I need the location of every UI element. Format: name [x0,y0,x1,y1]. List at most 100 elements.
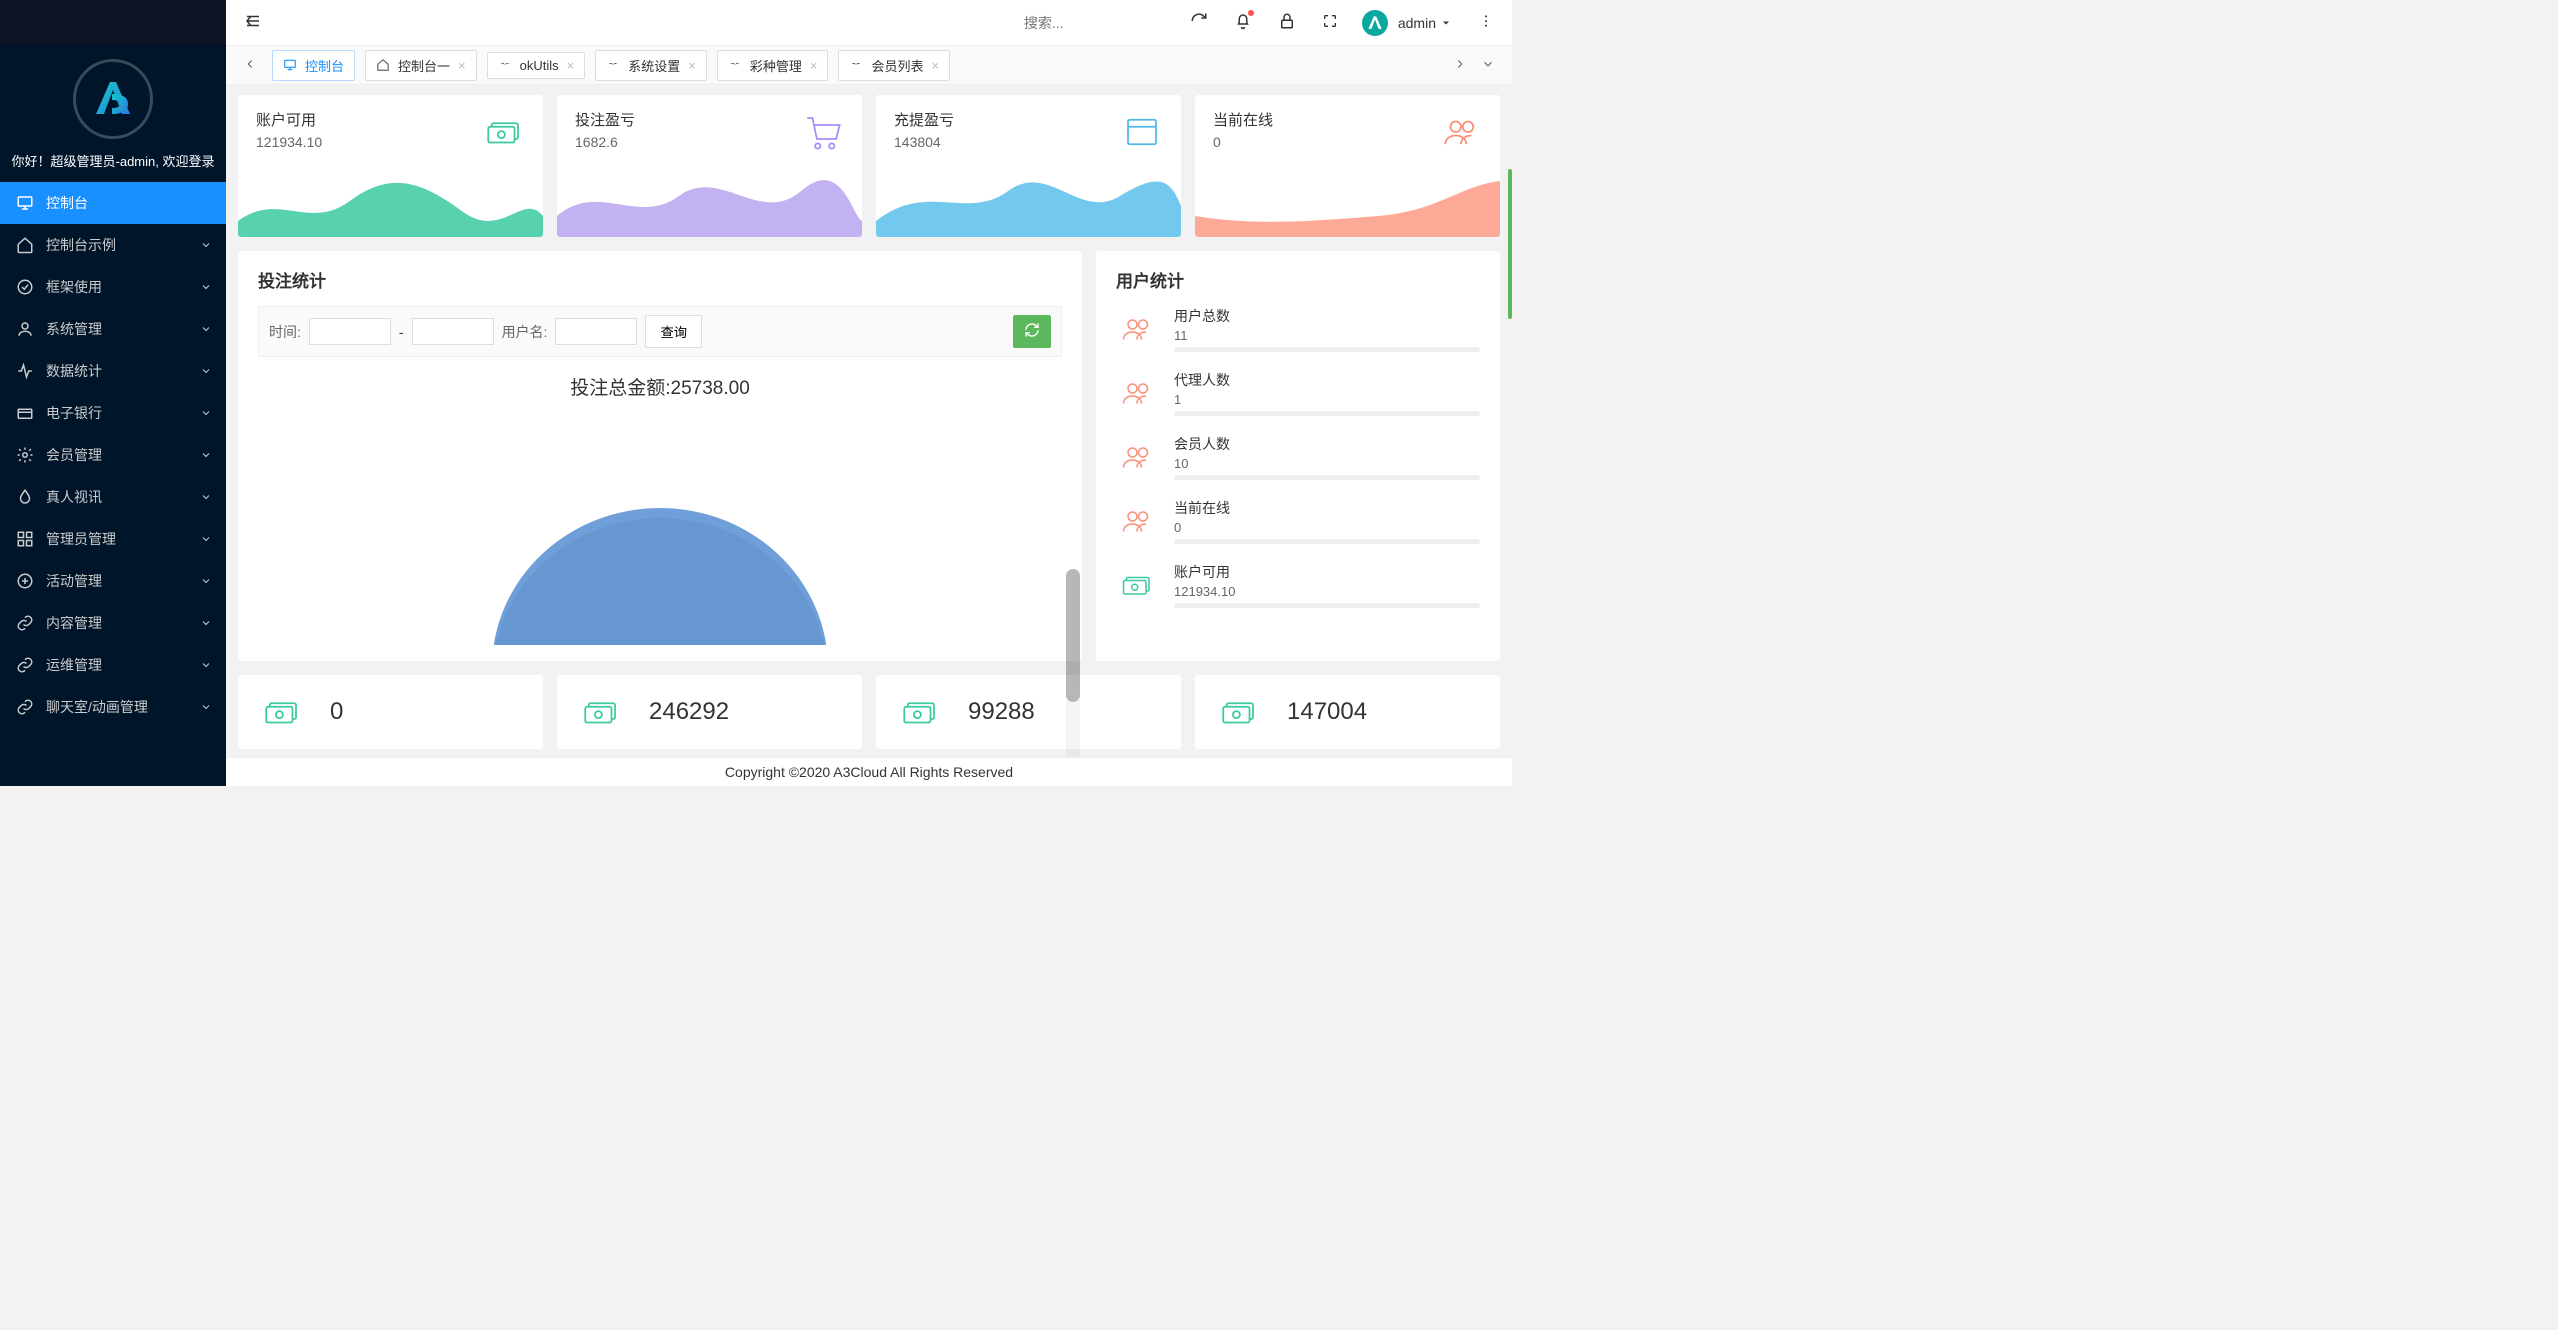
panel-scrollbar[interactable] [1066,569,1080,786]
menu-item-console-demo[interactable]: 控制台示例 [0,224,226,266]
tabs-bar: 控制台 控制台一× okUtils× 系统设置× 彩种管理× [226,45,1512,85]
plus-circle-icon [16,572,34,590]
menu-item-ops[interactable]: 运维管理 [0,644,226,686]
tab-lottery[interactable]: 彩种管理× [717,50,829,81]
range-sep: - [399,324,404,340]
panel-title: 投注统计 [258,267,1062,292]
notification-button[interactable] [1234,12,1252,33]
close-icon[interactable]: × [810,58,818,73]
progress-bar [1174,539,1480,544]
chevron-down-icon [200,533,212,545]
user-stat-value: 10 [1174,456,1480,471]
menu-item-framework[interactable]: 框架使用 [0,266,226,308]
menu-item-chat[interactable]: 聊天室/动画管理 [0,686,226,728]
chevron-down-icon [200,239,212,251]
logo-circle [73,59,153,139]
reset-button[interactable] [1013,315,1051,348]
more-button[interactable] [1478,13,1494,32]
user-stat-value: 0 [1174,520,1480,535]
close-icon[interactable]: × [931,58,939,73]
close-icon[interactable]: × [567,58,575,73]
menu-item-member[interactable]: 会员管理 [0,434,226,476]
progress-bar [1174,603,1480,608]
menu-item-stats[interactable]: 数据统计 [0,350,226,392]
close-icon[interactable]: × [458,58,466,73]
stat-title: 投注盈亏 [575,109,635,130]
menu-label: 管理员管理 [46,529,116,549]
footer: Copyright ©2020 A3Cloud All Rights Reser… [226,757,1512,786]
tab-label: 会员列表 [871,56,923,75]
username-input[interactable] [555,318,637,345]
menu-label: 会员管理 [46,445,102,465]
wave-chart [238,171,543,237]
time-from-input[interactable] [309,318,391,345]
close-icon[interactable]: × [688,58,696,73]
chevron-down-icon [200,575,212,587]
menu-label: 框架使用 [46,277,102,297]
search-input[interactable] [1024,15,1164,31]
avatar[interactable] [1362,10,1388,36]
time-to-input[interactable] [412,318,494,345]
caret-down-icon[interactable] [1440,17,1452,29]
stat-value: 143804 [894,134,954,150]
lock-button[interactable] [1278,12,1296,33]
tab-system-settings[interactable]: 系统设置× [595,50,707,81]
username[interactable]: admin [1398,15,1436,31]
link-icon [16,656,34,674]
chevron-down-icon [200,617,212,629]
tabs-scroll-left[interactable] [236,57,264,74]
menu-item-live[interactable]: 真人视讯 [0,476,226,518]
cash-icon [1215,691,1263,733]
pie-chart-svg [258,408,1062,645]
cash-icon [258,691,306,733]
user-stat-label: 代理人数 [1174,370,1480,390]
logo-icon [90,76,136,122]
user-stat-row: 当前在线0 [1116,498,1480,544]
home-icon [16,236,34,254]
menu-item-admin[interactable]: 管理员管理 [0,518,226,560]
menu-item-content[interactable]: 内容管理 [0,602,226,644]
menu-toggle[interactable] [244,12,262,33]
menu-item-console[interactable]: 控制台 [0,182,226,224]
menu-label: 系统管理 [46,319,102,339]
user-stat-row: 账户可用121934.10 [1116,562,1480,608]
menu-item-activity[interactable]: 活动管理 [0,560,226,602]
tabs-scroll-right[interactable] [1446,57,1474,74]
user-label: 用户名: [502,322,548,342]
cash-icon [896,691,944,733]
menu-label: 聊天室/动画管理 [46,697,148,717]
menu-item-system[interactable]: 系统管理 [0,308,226,350]
fullscreen-button[interactable] [1322,13,1338,32]
bottom-value: 0 [330,698,343,726]
cash-icon [577,691,625,733]
stat-card-deposit: 充提盈亏 143804 [876,95,1181,237]
stat-title: 账户可用 [256,109,322,130]
users-icon [1440,111,1482,153]
link-icon [16,614,34,632]
user-stat-value: 121934.10 [1174,584,1480,599]
query-button[interactable]: 查询 [645,315,702,348]
sidebar: 你好！超级管理员-admin, 欢迎登录 控制台 控制台示例 框架使用 系统管理 [0,0,226,786]
lock-icon [1278,12,1296,30]
bottom-card-1: 0 [238,675,543,749]
stat-title: 充提盈亏 [894,109,954,130]
menu-label: 电子银行 [46,403,102,423]
stat-card-account: 账户可用121934.10 [238,95,543,237]
refresh-button[interactable] [1190,12,1208,33]
scrollbar-thumb[interactable] [1066,569,1080,702]
stat-card-bet: 投注盈亏1682.6 [557,95,862,237]
page-scroll-indicator[interactable] [1508,169,1512,319]
menu-fold-icon [244,12,262,30]
users-icon [1116,311,1158,347]
tab-member-list[interactable]: 会员列表 × [838,50,950,81]
refresh-icon [1024,322,1040,338]
wave-chart [557,171,862,237]
user-stat-label: 用户总数 [1174,306,1480,326]
tabs-dropdown[interactable] [1474,57,1502,74]
wave-chart [876,171,1181,237]
tab-console[interactable]: 控制台 [272,50,355,81]
tab-console-one[interactable]: 控制台一× [365,50,477,81]
menu-item-ebank[interactable]: 电子银行 [0,392,226,434]
filter-bar: 时间: - 用户名: 查询 [258,306,1062,357]
tab-okutils[interactable]: okUtils× [487,52,586,79]
